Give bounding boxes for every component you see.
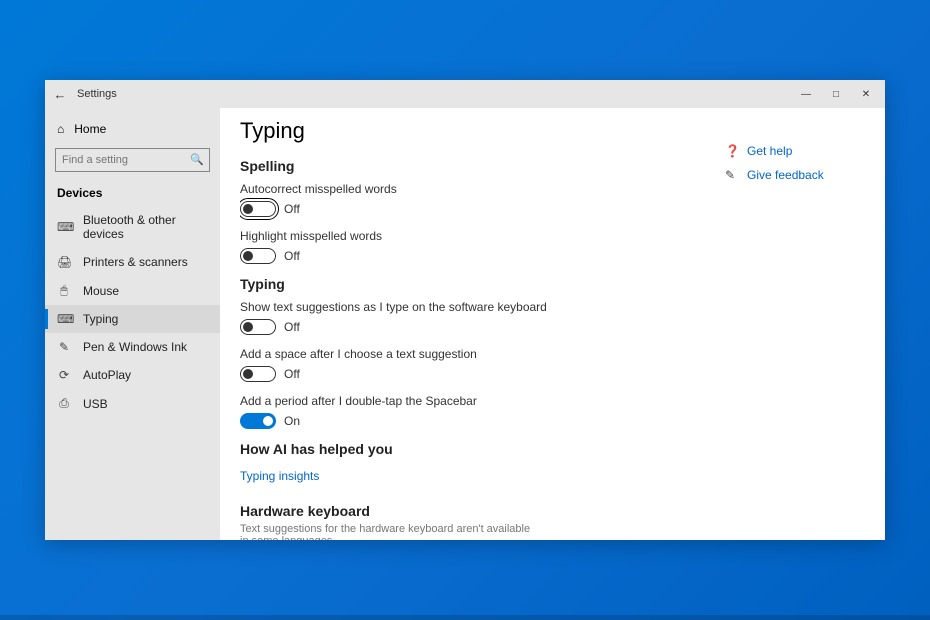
setting-suggestions-soft: Show text suggestions as I type on the s… <box>240 300 713 335</box>
setting-highlight: Highlight misspelled words Off <box>240 229 713 264</box>
pen-icon: ✎ <box>57 340 71 354</box>
sidebar-item-label: Typing <box>83 312 118 326</box>
window-title: Settings <box>77 88 117 100</box>
sidebar-item-printers[interactable]: 🖨 Printers & scanners <box>45 248 220 276</box>
content: Typing Spelling Autocorrect misspelled w… <box>220 108 885 540</box>
settings-window: ← Settings ― □ ✕ ⌂ Home 🔍 Devices ⌨ Blue… <box>45 80 885 540</box>
home-label: Home <box>74 122 106 136</box>
sidebar-item-label: Bluetooth & other devices <box>83 213 208 241</box>
maximize-button[interactable]: □ <box>821 80 851 108</box>
sidebar-item-usb[interactable]: ⎙ USB <box>45 389 220 418</box>
setting-label: Show text suggestions as I type on the s… <box>240 300 713 314</box>
bluetooth-icon: ⌨ <box>57 220 71 234</box>
sidebar-item-typing[interactable]: ⌨ Typing <box>45 305 220 333</box>
usb-icon: ⎙ <box>57 396 71 411</box>
sidebar-item-label: Pen & Windows Ink <box>83 340 187 354</box>
sidebar-item-bluetooth[interactable]: ⌨ Bluetooth & other devices <box>45 206 220 248</box>
setting-label: Autocorrect misspelled words <box>240 182 713 196</box>
mouse-icon: 🖱 <box>57 283 71 298</box>
hwkb-subtext: Text suggestions for the hardware keyboa… <box>240 523 540 540</box>
section-hwkb-heading: Hardware keyboard <box>240 503 713 519</box>
highlight-toggle[interactable] <box>240 248 276 264</box>
keyboard-icon: ⌨ <box>57 312 71 326</box>
setting-period-doubletap: Add a period after I double-tap the Spac… <box>240 394 713 429</box>
sidebar: ⌂ Home 🔍 Devices ⌨ Bluetooth & other dev… <box>45 108 220 540</box>
soft-suggestions-toggle[interactable] <box>240 319 276 335</box>
space-toggle[interactable] <box>240 366 276 382</box>
back-button[interactable]: ← <box>49 87 71 102</box>
search-wrap: 🔍 <box>45 142 220 178</box>
toggle-state: Off <box>284 202 300 216</box>
window-body: ⌂ Home 🔍 Devices ⌨ Bluetooth & other dev… <box>45 108 885 540</box>
period-toggle[interactable] <box>240 413 276 429</box>
typing-insights-link[interactable]: Typing insights <box>240 469 319 483</box>
setting-autocorrect: Autocorrect misspelled words Off <box>240 182 713 217</box>
toggle-state: On <box>284 414 300 428</box>
sidebar-item-label: USB <box>83 397 108 411</box>
search-input[interactable] <box>55 148 210 172</box>
sidebar-item-label: AutoPlay <box>83 368 131 382</box>
autocorrect-toggle[interactable] <box>240 201 276 217</box>
get-help-link[interactable]: ❓ Get help <box>725 144 865 158</box>
autoplay-icon: ⟳ <box>57 368 71 382</box>
help-label: Get help <box>747 144 792 158</box>
minimize-button[interactable]: ― <box>791 80 821 108</box>
sidebar-item-label: Mouse <box>83 284 119 298</box>
section-typing-heading: Typing <box>240 276 713 292</box>
give-feedback-link[interactable]: ✎ Give feedback <box>725 168 865 182</box>
setting-label: Highlight misspelled words <box>240 229 713 243</box>
help-icon: ❓ <box>725 144 739 158</box>
toggle-state: Off <box>284 367 300 381</box>
desktop-taskbar <box>0 615 930 620</box>
setting-label: Add a period after I double-tap the Spac… <box>240 394 713 408</box>
section-spelling-heading: Spelling <box>240 158 713 174</box>
feedback-label: Give feedback <box>747 168 824 182</box>
toggle-state: Off <box>284 320 300 334</box>
close-button[interactable]: ✕ <box>851 80 881 108</box>
sidebar-item-mouse[interactable]: 🖱 Mouse <box>45 276 220 305</box>
setting-label: Add a space after I choose a text sugges… <box>240 347 713 361</box>
page-title: Typing <box>240 118 713 144</box>
feedback-icon: ✎ <box>725 168 739 182</box>
home-icon: ⌂ <box>57 122 64 136</box>
titlebar: ← Settings ― □ ✕ <box>45 80 885 108</box>
toggle-state: Off <box>284 249 300 263</box>
section-ai-heading: How AI has helped you <box>240 441 713 457</box>
sidebar-section-title: Devices <box>45 178 220 206</box>
printer-icon: 🖨 <box>57 255 71 269</box>
setting-space-after: Add a space after I choose a text sugges… <box>240 347 713 382</box>
home-nav[interactable]: ⌂ Home <box>45 116 220 142</box>
help-column: ❓ Get help ✎ Give feedback <box>725 118 865 540</box>
sidebar-item-pen[interactable]: ✎ Pen & Windows Ink <box>45 333 220 361</box>
main-panel: Typing Spelling Autocorrect misspelled w… <box>240 118 725 540</box>
sidebar-item-autoplay[interactable]: ⟳ AutoPlay <box>45 361 220 389</box>
sidebar-item-label: Printers & scanners <box>83 255 188 269</box>
